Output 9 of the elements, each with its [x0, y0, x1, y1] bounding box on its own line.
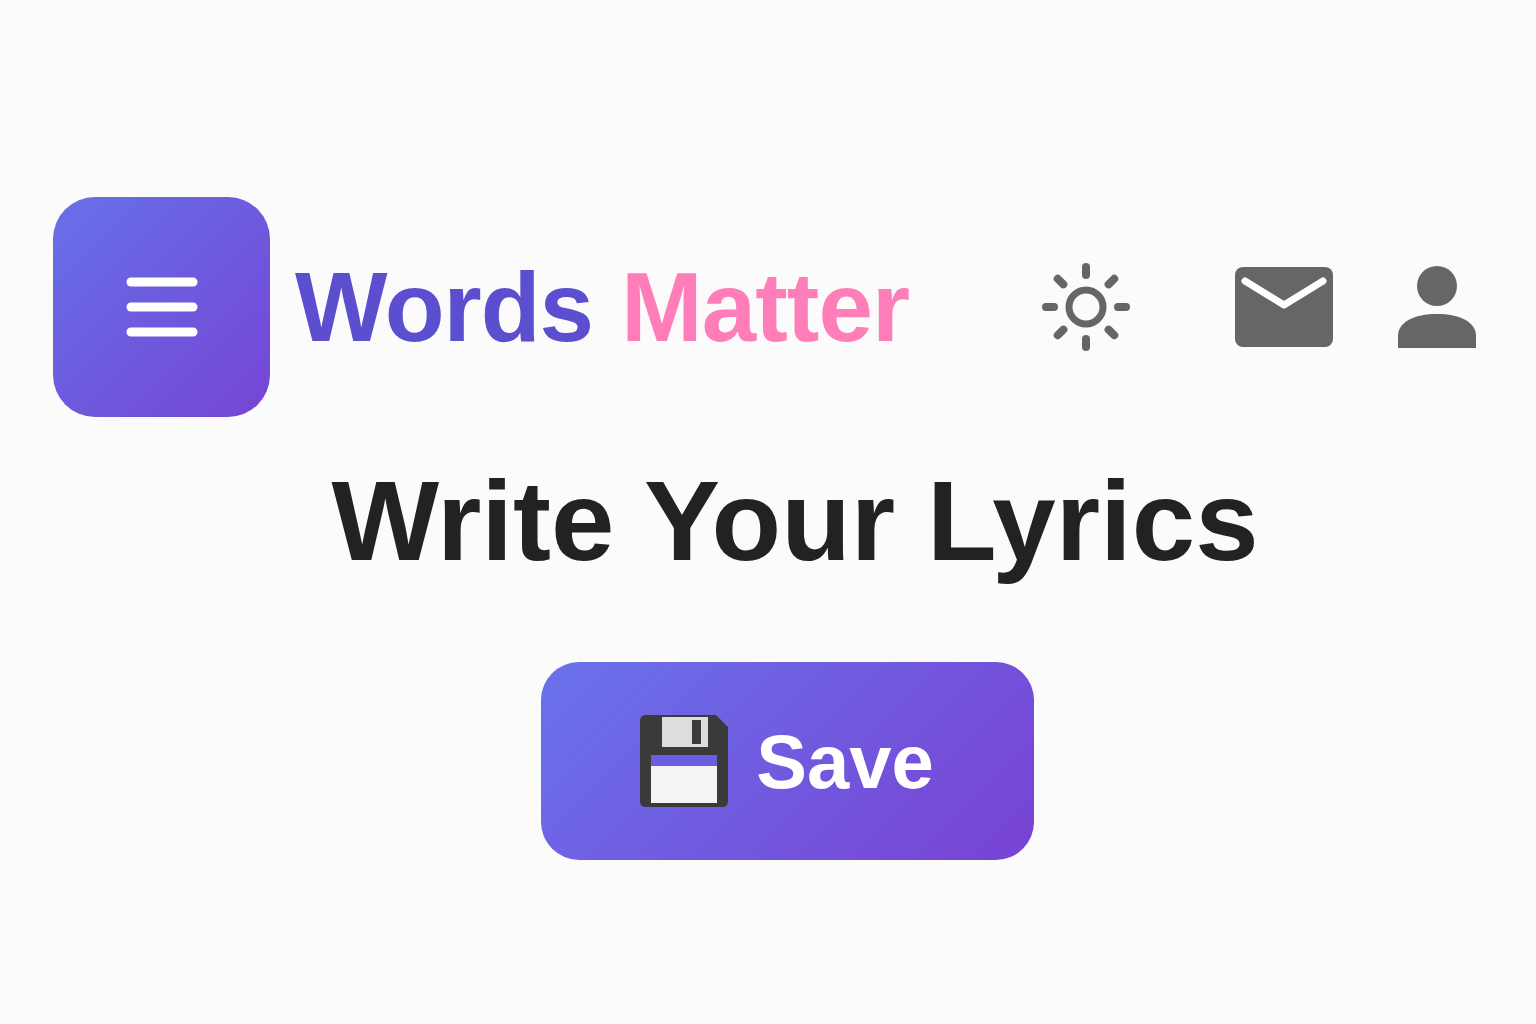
user-icon[interactable]	[1398, 266, 1476, 348]
menu-button[interactable]	[53, 197, 270, 417]
sun-icon[interactable]	[1040, 261, 1132, 353]
menu-icon	[125, 276, 198, 338]
brand-word: Words	[295, 250, 594, 364]
page-heading: Write Your Lyrics	[330, 456, 1260, 586]
brand-word: Matter	[621, 250, 910, 364]
save-button[interactable]: Save	[540, 662, 1034, 861]
mail-icon[interactable]	[1235, 267, 1333, 347]
